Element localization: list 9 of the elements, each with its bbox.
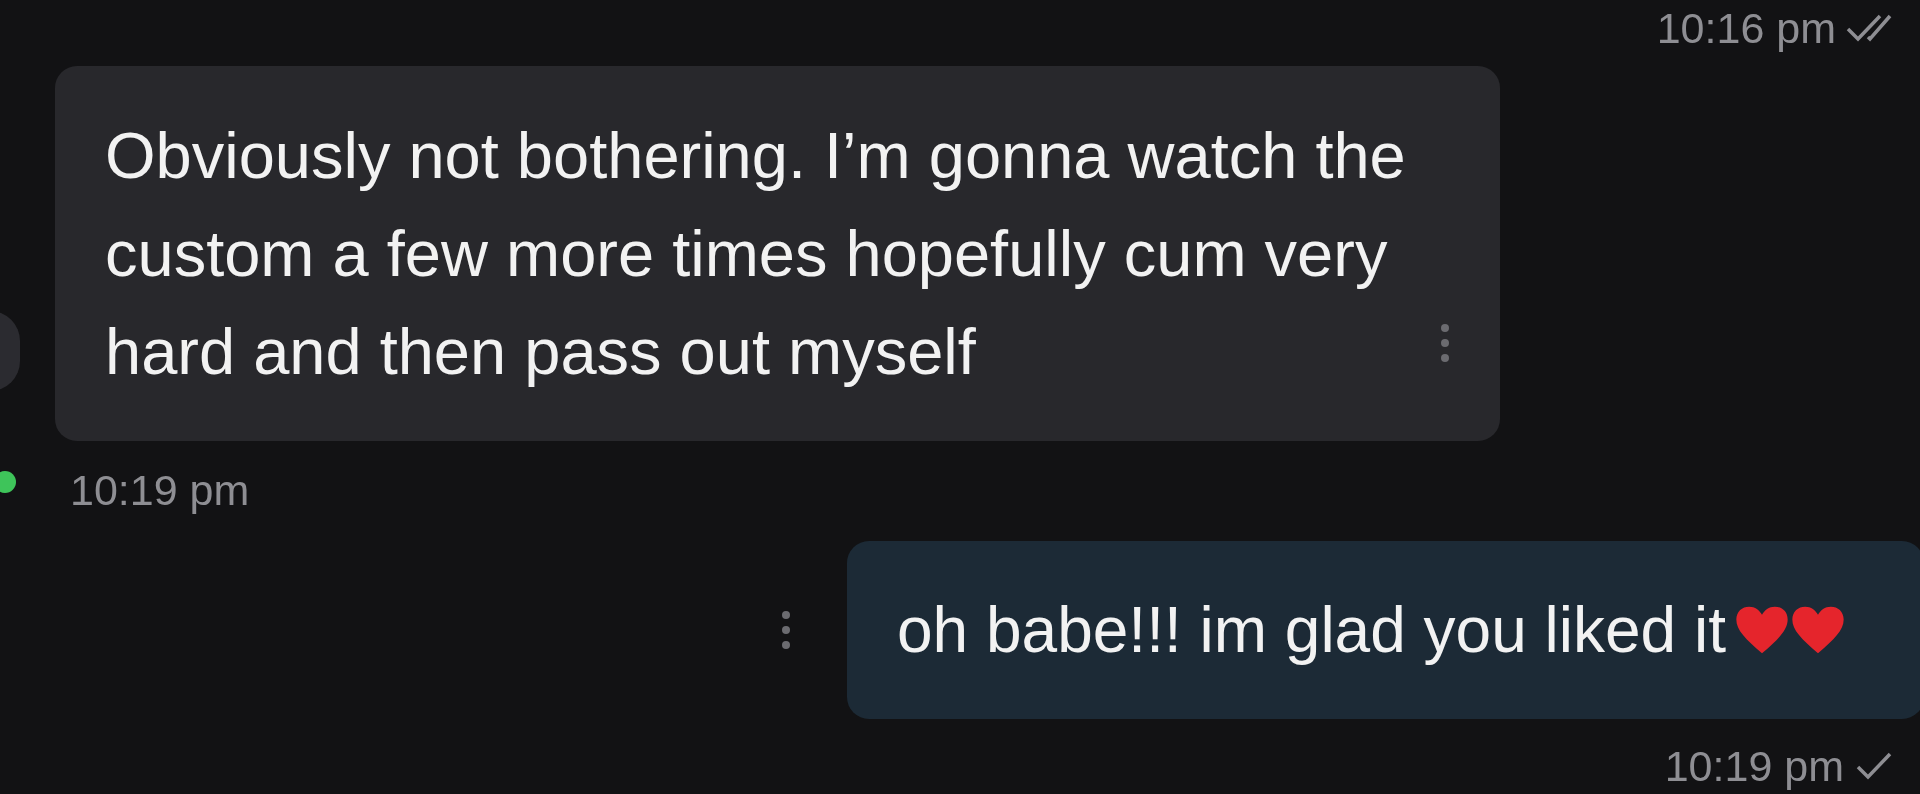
more-options-icon[interactable] — [781, 610, 791, 650]
timestamp: 10:16 pm — [1656, 5, 1836, 51]
more-options-icon[interactable] — [1440, 323, 1450, 363]
timestamp: 10:19 pm — [70, 466, 250, 514]
message-text: oh babe!!! im glad you liked it — [897, 593, 1726, 667]
heart-icon — [1789, 604, 1846, 656]
heart-icon — [1733, 604, 1790, 656]
timestamp: 10:19 pm — [1664, 743, 1844, 789]
message-text: Obviously not bothering. I’m gonna watch the custom a few more times hopefully cum very hard and then pass out myself — [105, 117, 1407, 390]
